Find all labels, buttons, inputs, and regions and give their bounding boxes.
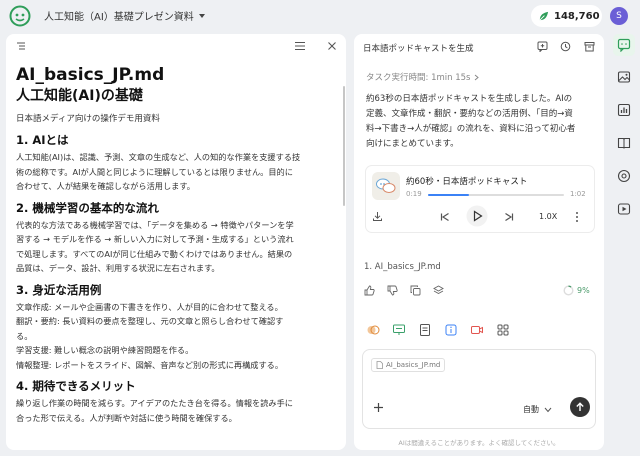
add-icon[interactable] [373,402,384,413]
download-icon[interactable] [372,211,383,222]
next-icon[interactable] [504,212,514,222]
app-logo-icon[interactable] [9,5,31,27]
document-subtitle: 日本語メディア向けの操作デモ用資料 [16,114,160,124]
more-icon[interactable] [575,211,579,223]
leaf-icon [539,11,549,20]
podcast-tool-icon[interactable] [366,323,380,337]
document-scrollbar[interactable] [343,86,345,206]
current-time: 0:19 [406,190,422,198]
chevron-right-icon [475,74,480,80]
document-filename: AI_basics_JP.md [16,65,165,85]
source-file-link[interactable]: 1. AI_basics_JP.md [364,262,441,272]
copy-icon[interactable] [410,285,421,296]
section-heading: 3. 身近な活用例 [16,282,102,297]
caret-down-icon [198,13,205,18]
document-toolbar [6,34,346,60]
video-icon[interactable] [616,201,632,217]
podcast-thumbnail [372,172,400,200]
document-tool-icon[interactable] [418,323,432,337]
project-title-dropdown[interactable]: 人工知能（AI）基礎プレゼン資料 [44,8,206,23]
section-paragraph: 代表的な方法である機械学習では、「データを集める → 特徴やパターンを学 習する… [16,219,294,274]
audio-progress-fill [428,194,469,196]
top-bar: 人工知能（AI）基礎プレゼン資料 148,760 S [0,0,640,32]
section-paragraph: 繰り返し作業の時間を減らす。アイデアのたたき台を得る。情報を読み手に 合った形で… [16,398,293,423]
file-icon [376,361,383,369]
archive-icon[interactable] [584,41,595,52]
user-avatar[interactable]: S [610,7,628,25]
chat-bubbles-icon [376,178,396,193]
right-tool-bar [610,34,638,234]
progress-ring-icon [563,285,574,296]
arrow-up-icon [576,402,584,411]
image-icon[interactable] [616,69,632,85]
chat-panel: 日本語ポッドキャストを生成 タスク実行時間: 1min 15s 約63秒の日本語… [354,34,604,450]
podcast-title: 約60秒・日本語ポッドキャスト [406,177,528,187]
info-tool-icon[interactable] [444,323,458,337]
attached-file-name: AI_basics_JP.md [386,361,441,369]
disclaimer: AIは間違えることがあります。よく確認してください。 [398,439,560,447]
layers-icon[interactable] [433,285,444,296]
section-paragraph: 文章作成: メールや企画書の下書きを作り、人が目的に合わせて整える。 翻訳・要約… [16,301,284,370]
section-heading: 2. 機械学習の基本的な流れ [16,200,159,215]
close-icon[interactable] [327,41,337,51]
chat-title: 日本語ポッドキャストを生成 [363,44,474,54]
previous-icon[interactable] [440,212,450,222]
thumbs-down-icon[interactable] [387,285,398,296]
chat-panel-icon[interactable] [616,37,632,53]
task-time-toggle[interactable]: タスク実行時間: 1min 15s [366,71,480,83]
mode-selector[interactable]: 自動 [523,404,552,415]
chart-icon[interactable] [616,102,632,118]
playback-speed[interactable]: 1.0X [539,212,557,221]
section-heading: 4. 期待できるメリット [16,379,136,393]
send-button[interactable] [570,397,590,417]
play-button[interactable] [466,205,488,227]
chat-input-box[interactable]: AI_basics_JP.md 自動 [362,349,596,429]
audio-progress-bar[interactable] [428,194,564,196]
document-body: AI_basics_JP.md 人工知能(AI)の基礎 日本語メディア向けの操作… [16,64,334,425]
compass-icon[interactable] [616,168,632,184]
thumbs-up-icon[interactable] [364,285,375,296]
credits-count: 148,760 [554,10,600,22]
section-paragraph: 人工知能(AI)は、認識、予測、文章の生成など、人の知的な作業を支援する技 術の… [16,152,301,191]
assistant-message: 約63秒の日本語ポッドキャストを生成しました。AIの 定義、文章作成・翻訳・要約… [366,94,576,149]
task-time: タスク実行時間: 1min 15s [366,73,471,83]
chevron-down-icon [544,407,552,412]
mode-label: 自動 [523,405,539,414]
menu-icon[interactable] [294,41,306,51]
section-heading: 1. AIとは [16,133,69,147]
project-title: 人工知能（AI）基礎プレゼン資料 [44,12,194,23]
credits-badge[interactable]: 148,760 [531,5,602,27]
outline-icon[interactable] [16,41,26,51]
attached-file-chip[interactable]: AI_basics_JP.md [371,358,446,372]
new-chat-icon[interactable] [537,41,548,52]
document-title: 人工知能(AI)の基礎 [16,88,143,104]
slides-tool-icon[interactable] [392,323,406,337]
podcast-audio-player: 約60秒・日本語ポッドキャスト 0:19 1:02 1.0X [366,166,594,232]
video-tool-icon[interactable] [470,323,484,337]
progress-percent: 9% [577,286,590,295]
duration: 1:02 [570,190,586,198]
document-panel: AI_basics_JP.md 人工知能(AI)の基礎 日本語メディア向けの操作… [6,34,346,450]
history-icon[interactable] [560,41,571,52]
apps-tool-icon[interactable] [496,323,510,337]
book-icon[interactable] [616,135,632,151]
